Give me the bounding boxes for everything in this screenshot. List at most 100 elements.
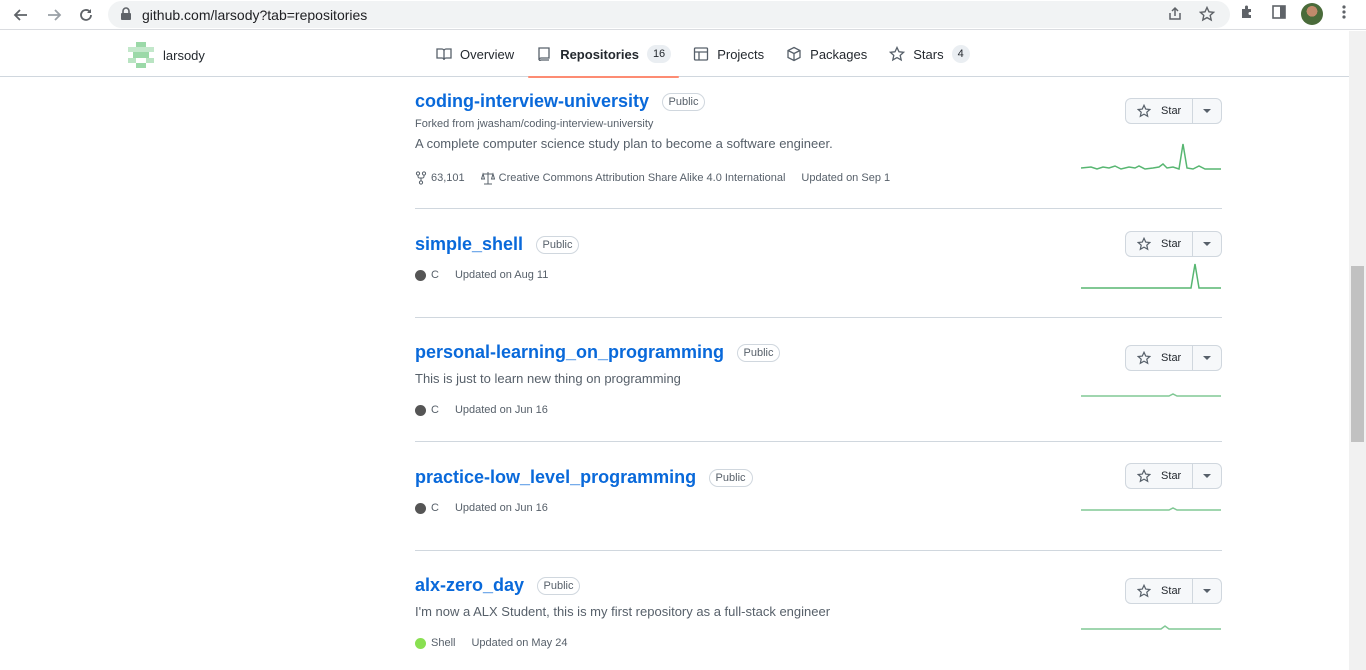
extensions-puzzle-icon[interactable] xyxy=(1239,4,1255,25)
star-button[interactable]: Star xyxy=(1126,579,1194,603)
updated-text: Updated on Jun 16 xyxy=(454,404,548,416)
tab-overview-label: Overview xyxy=(460,46,515,62)
repo-meta: C Updated on Jun 16 xyxy=(415,404,564,416)
repo-name-link[interactable]: coding-interview-university xyxy=(415,91,649,112)
language-name: Shell xyxy=(431,637,456,649)
star-button[interactable]: Star xyxy=(1126,346,1194,370)
back-arrow-icon[interactable] xyxy=(10,4,32,26)
tab-stars[interactable]: Stars 4 xyxy=(881,31,977,77)
tab-repositories-label: Repositories xyxy=(560,46,639,62)
updated-text: Updated on Aug 11 xyxy=(454,269,549,281)
triangle-down-icon xyxy=(1203,589,1212,593)
license-info: Creative Commons Attribution Share Alike… xyxy=(480,171,786,185)
triangle-down-icon xyxy=(1203,474,1212,478)
tab-repositories[interactable]: Repositories 16 xyxy=(528,31,680,78)
repo-name-link[interactable]: simple_shell xyxy=(415,234,523,255)
star-button-group: Star xyxy=(1125,578,1222,604)
book-icon xyxy=(436,48,452,61)
star-list-dropdown[interactable] xyxy=(1193,99,1221,123)
repo-divider xyxy=(415,317,1222,318)
visibility-badge: Public xyxy=(661,92,706,111)
language-color-dot xyxy=(415,637,426,649)
star-button[interactable]: Star xyxy=(1126,232,1194,256)
language-name: C xyxy=(431,502,439,514)
repo-meta: C Updated on Aug 11 xyxy=(415,269,564,281)
repo-list-item: practice-low_level_programming Public xyxy=(415,467,1222,488)
table-icon xyxy=(694,47,709,61)
address-bar[interactable]: github.com/larsody?tab=repositories xyxy=(108,1,1230,28)
tab-overview[interactable]: Overview xyxy=(428,31,522,77)
username[interactable]: larsody xyxy=(163,48,205,63)
language-color-dot xyxy=(415,502,426,514)
repo-name-link[interactable]: alx-zero_day xyxy=(415,575,524,596)
star-list-dropdown[interactable] xyxy=(1193,232,1221,256)
triangle-down-icon xyxy=(1203,356,1212,360)
star-icon xyxy=(1137,469,1152,483)
forks-count: 63,101 xyxy=(431,172,465,184)
reload-icon[interactable] xyxy=(75,4,97,26)
language-info: Shell xyxy=(415,637,455,649)
language-name: C xyxy=(431,269,439,281)
star-list-dropdown[interactable] xyxy=(1193,346,1221,370)
updated-text: Updated on Sep 1 xyxy=(801,172,891,184)
star-list-dropdown[interactable] xyxy=(1193,464,1221,488)
kebab-menu-icon[interactable] xyxy=(1336,4,1352,25)
share-icon[interactable] xyxy=(1167,6,1183,27)
forked-from-text[interactable]: Forked from jwasham/coding-interview-uni… xyxy=(415,118,1222,130)
star-button[interactable]: Star xyxy=(1126,99,1194,123)
repo-list-item: simple_shell Public xyxy=(415,234,1222,255)
triangle-down-icon xyxy=(1203,242,1212,246)
repo-divider xyxy=(415,441,1222,442)
license-text: Creative Commons Attribution Share Alike… xyxy=(498,172,786,184)
law-scale-icon xyxy=(480,172,495,185)
url-text[interactable]: github.com/larsody?tab=repositories xyxy=(142,7,367,23)
tab-packages[interactable]: Packages xyxy=(778,31,875,77)
forks-link[interactable]: 63,101 xyxy=(415,171,465,185)
star-icon xyxy=(1137,104,1152,118)
tab-stars-label: Stars xyxy=(913,46,944,62)
repo-meta: C Updated on Jun 16 xyxy=(415,502,564,514)
star-label: Star xyxy=(1161,470,1182,482)
updated-text: Updated on Jun 16 xyxy=(454,502,548,514)
triangle-down-icon xyxy=(1203,109,1212,113)
fork-icon xyxy=(415,171,427,185)
profile-avatar[interactable] xyxy=(1301,3,1323,25)
star-label: Star xyxy=(1161,585,1182,597)
lock-icon xyxy=(120,7,132,26)
activity-sparkline xyxy=(1081,143,1221,170)
star-label: Star xyxy=(1161,352,1182,364)
language-name: C xyxy=(431,404,439,416)
visibility-badge: Public xyxy=(536,576,581,595)
repo-divider xyxy=(415,550,1222,551)
language-info: C xyxy=(415,269,439,281)
star-list-dropdown[interactable] xyxy=(1193,579,1221,603)
visibility-badge: Public xyxy=(736,343,781,362)
updated-text: Updated on May 24 xyxy=(471,637,568,649)
activity-sparkline xyxy=(1081,507,1221,511)
repo-meta: 63,101 Creative Commons Attribution Shar… xyxy=(415,171,906,185)
language-info: C xyxy=(415,502,439,514)
repo-meta: Shell Updated on May 24 xyxy=(415,637,583,649)
tab-packages-label: Packages xyxy=(810,46,868,62)
visibility-badge: Public xyxy=(535,235,580,254)
star-button-group: Star xyxy=(1125,345,1222,371)
star-icon xyxy=(1137,584,1152,598)
activity-sparkline xyxy=(1081,393,1221,397)
tab-projects[interactable]: Projects xyxy=(685,31,772,77)
tab-projects-label: Projects xyxy=(717,46,765,62)
star-icon xyxy=(1137,351,1152,365)
repo-name-link[interactable]: practice-low_level_programming xyxy=(415,467,696,488)
side-panel-icon[interactable] xyxy=(1271,4,1287,25)
repositories-count: 16 xyxy=(646,45,672,63)
forward-arrow-icon[interactable] xyxy=(43,4,65,26)
page-scrollbar-thumb[interactable] xyxy=(1351,266,1364,442)
repo-name-link[interactable]: personal-learning_on_programming xyxy=(415,342,724,363)
activity-sparkline xyxy=(1081,263,1221,289)
bookmark-star-icon[interactable] xyxy=(1198,5,1216,27)
repo-divider xyxy=(415,208,1222,209)
activity-sparkline xyxy=(1081,625,1221,630)
star-button-group: Star xyxy=(1125,463,1222,489)
star-button[interactable]: Star xyxy=(1126,464,1194,488)
user-link[interactable]: larsody xyxy=(128,42,205,68)
stars-count: 4 xyxy=(951,45,970,63)
